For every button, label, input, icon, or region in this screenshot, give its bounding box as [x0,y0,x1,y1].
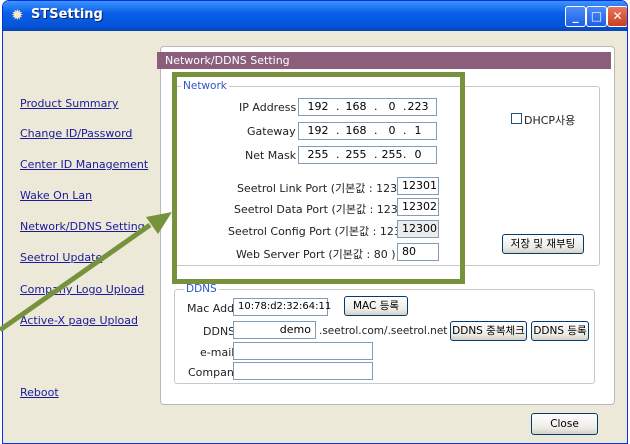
nav-change-id-password[interactable]: Change ID/Password [20,127,132,140]
mac-addr-field: 10:78:d2:32:64:11 [233,298,331,316]
nav-seetrol-update[interactable]: Seetrol Update [20,251,102,264]
nav-product-summary[interactable]: Product Summary [20,97,118,110]
nav-company-logo-upload[interactable]: Company Logo Upload [20,283,144,296]
nav-center-id-management[interactable]: Center ID Management [20,158,148,171]
ddns-register-button[interactable]: DDNS 등록 [531,321,589,341]
panel-header: Network/DDNS Setting [157,52,611,69]
email-label: e-mail [200,346,235,359]
close-button[interactable]: Close [531,413,598,435]
nav-reboot[interactable]: Reboot [20,386,59,399]
highlight-box [172,72,465,284]
nav-activex-page-upload[interactable]: Active-X page Upload [20,314,138,327]
ddns-suffix: .seetrol.com/.seetrol.net [319,325,448,337]
dhcp-checkbox[interactable] [511,113,522,124]
ddns-group-title: DDNS [184,283,219,295]
company-field[interactable] [233,362,373,380]
ddns-label: DDNS [203,325,236,338]
close-window-button[interactable]: ✕ [607,6,627,27]
email-field[interactable] [233,342,373,360]
minimize-button[interactable]: _ [565,6,586,27]
ddns-check-button[interactable]: DDNS 중복체크 [450,321,527,341]
gear-icon: ✹ [11,6,24,24]
window-title: STSetting [31,7,103,22]
dhcp-label: DHCP사용 [524,114,576,127]
mac-register-button[interactable]: MAC 등록 [344,296,408,316]
nav-network-ddns-setting[interactable]: Network/DDNS Setting [20,220,145,233]
nav-wake-on-lan[interactable]: Wake On Lan [20,189,92,202]
ddns-field[interactable]: demo [233,321,316,339]
save-reboot-button[interactable]: 저장 및 재부팅 [502,234,584,254]
title-bar[interactable]: ✹ STSetting _ □ ✕ [3,1,627,31]
mac-addr-label: Mac Addr [187,302,239,315]
maximize-button[interactable]: □ [586,6,607,27]
